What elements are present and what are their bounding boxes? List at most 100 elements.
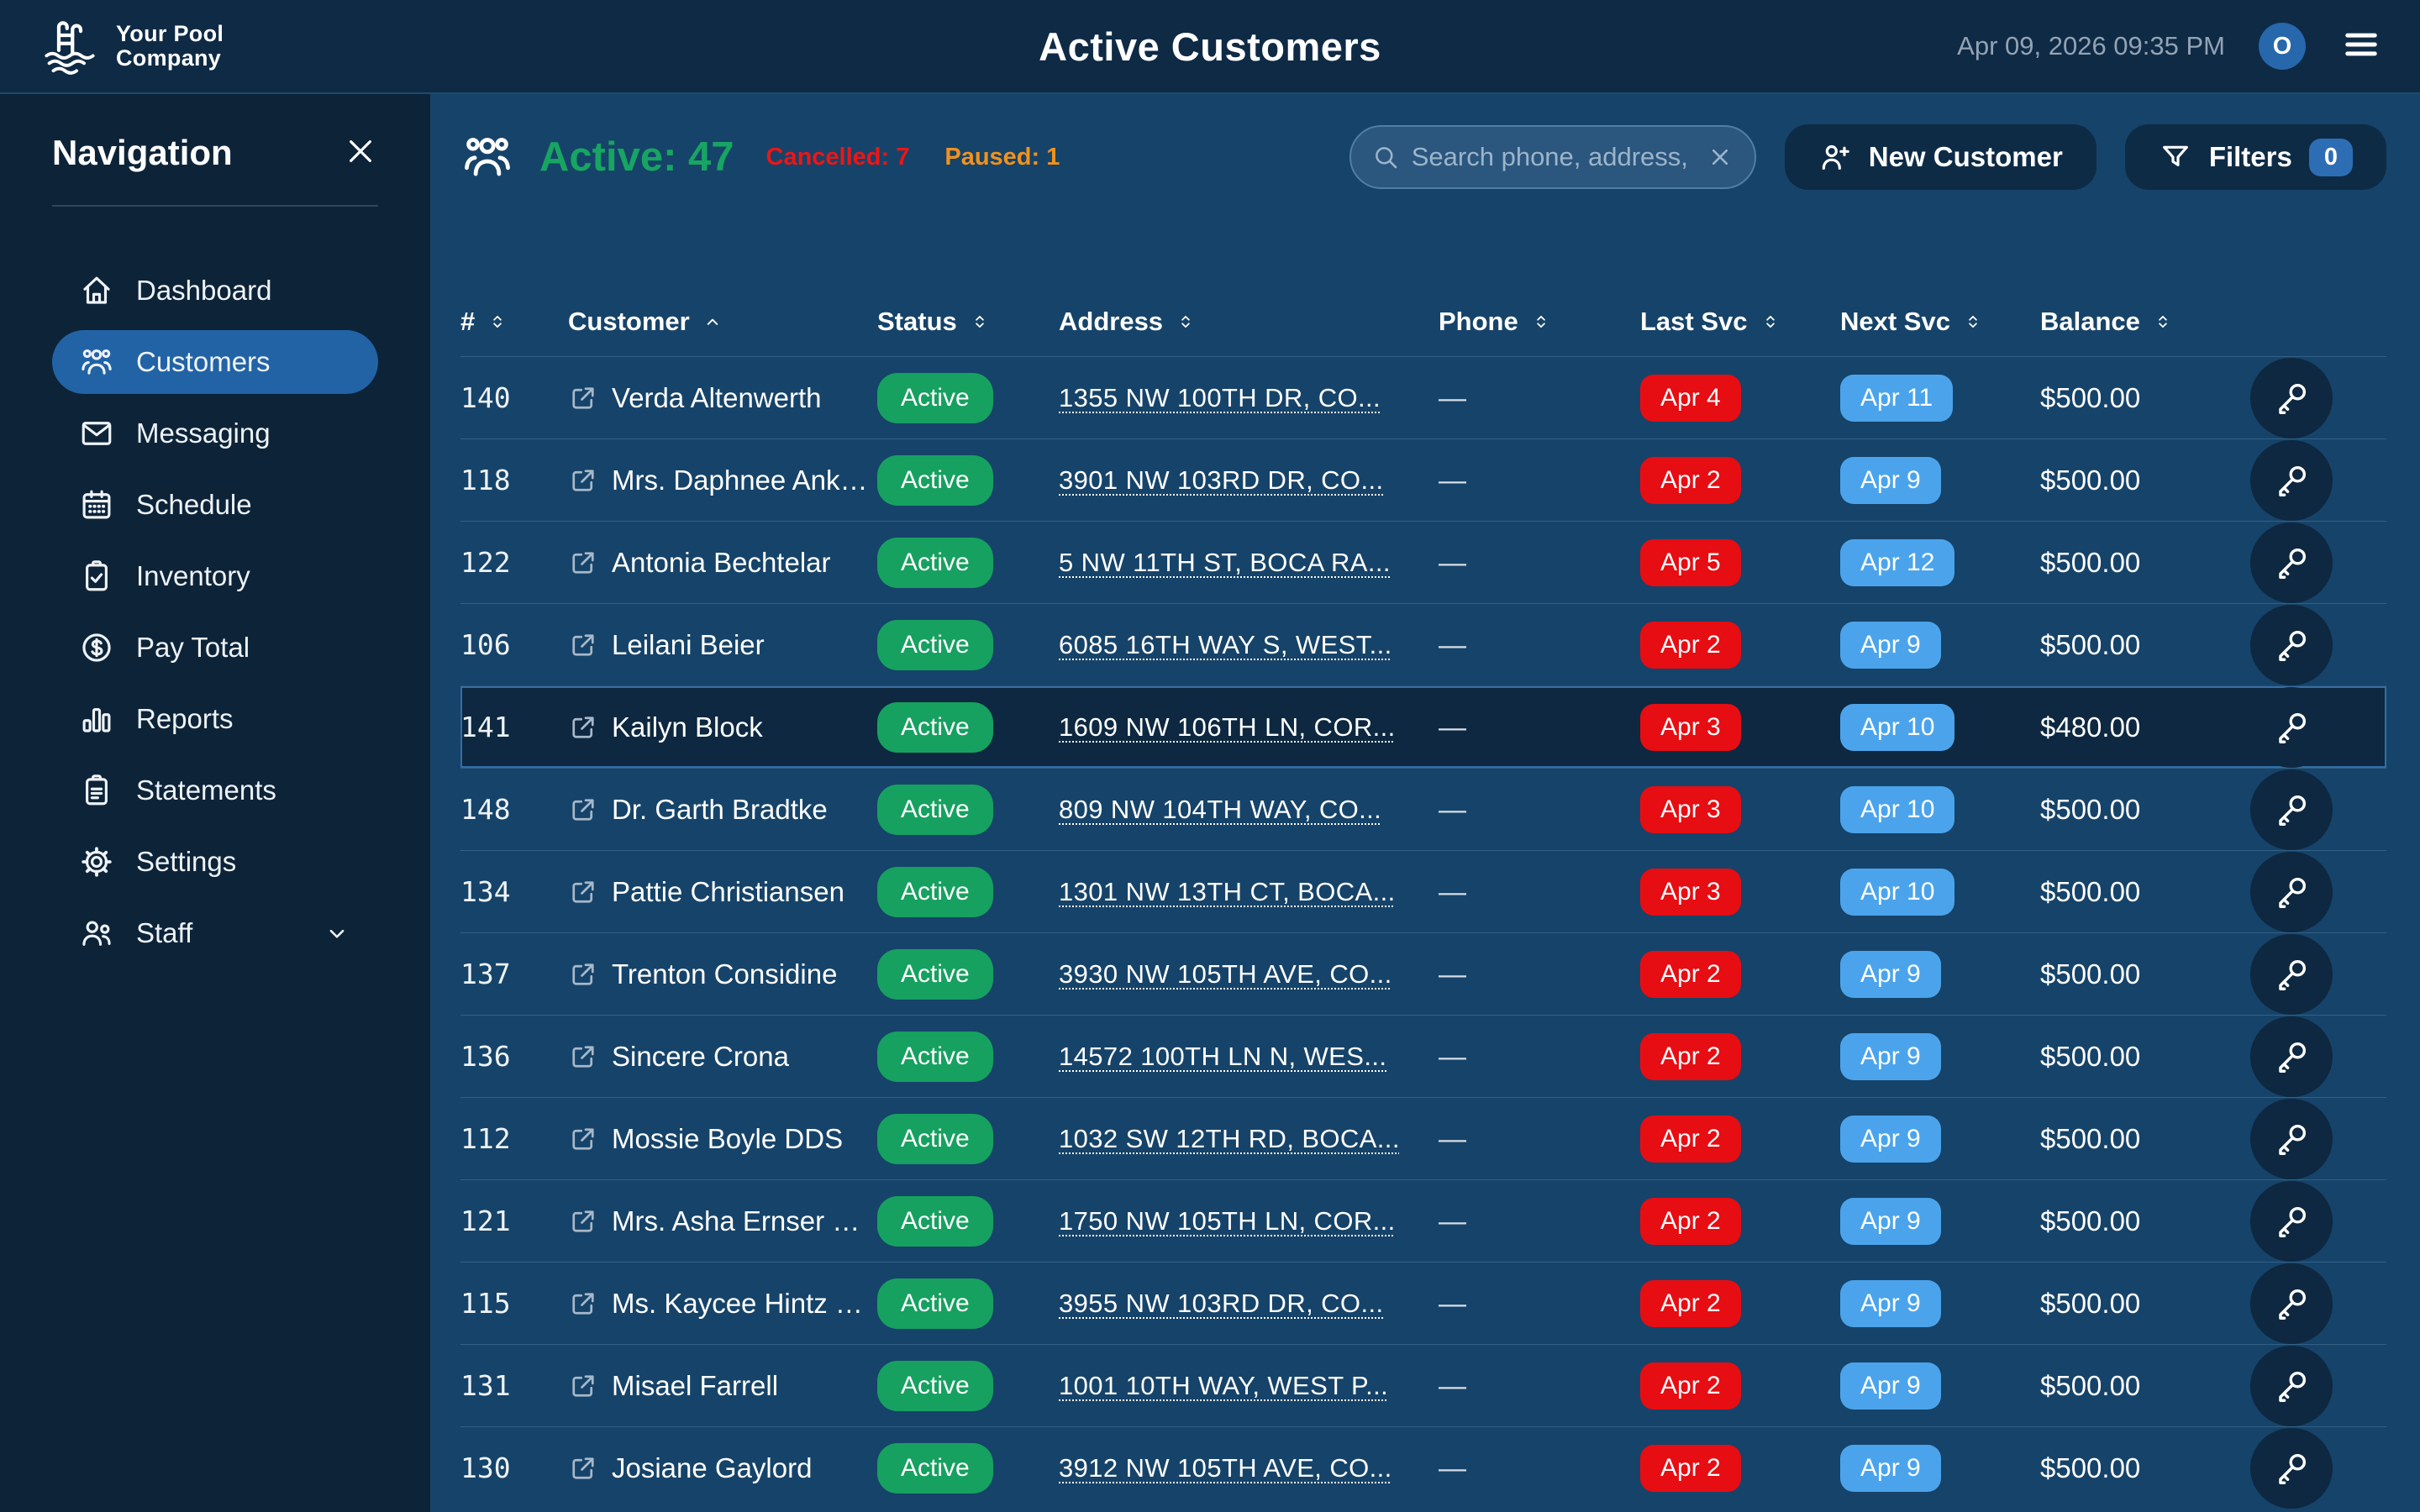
customer-name-link[interactable]: Mrs. Daphnee Anku...: [568, 465, 877, 496]
last-svc-badge: Apr 2: [1640, 1033, 1741, 1080]
service-key-button[interactable]: [2250, 440, 2333, 521]
sidebar-divider: [52, 205, 378, 207]
sidebar-item-label: Reports: [136, 703, 234, 735]
balance-value: $500.00: [2040, 1452, 2250, 1484]
column-header-address[interactable]: Address: [1059, 307, 1439, 337]
customer-name-link[interactable]: Leilani Beier: [568, 629, 877, 661]
address-link[interactable]: 5 NW 11TH ST, BOCA RA...: [1059, 548, 1439, 578]
column-header-#[interactable]: #: [460, 307, 568, 337]
customer-name-link[interactable]: Verda Altenwerth: [568, 382, 877, 414]
service-key-button[interactable]: [2250, 934, 2333, 1015]
customer-name-link[interactable]: Ms. Kaycee Hintz D...: [568, 1288, 877, 1320]
customer-name-link[interactable]: Kailyn Block: [568, 711, 877, 743]
sidebar-close-button[interactable]: [343, 134, 378, 173]
address-link[interactable]: 3955 NW 103RD DR, CO...: [1059, 1289, 1439, 1319]
sidebar-item-inventory[interactable]: Inventory: [52, 544, 378, 608]
address-link[interactable]: 1001 10TH WAY, WEST P...: [1059, 1371, 1439, 1401]
user-avatar[interactable]: O: [2259, 23, 2306, 70]
service-key-button[interactable]: [2250, 1346, 2333, 1426]
service-key-button[interactable]: [2250, 522, 2333, 603]
key-icon: [2272, 1202, 2311, 1241]
table-row[interactable]: 140Verda AltenwerthActive1355 NW 100TH D…: [460, 356, 2386, 438]
customer-name-link[interactable]: Mossie Boyle DDS: [568, 1123, 877, 1155]
customer-name-link[interactable]: Trenton Considine: [568, 958, 877, 990]
service-key-button[interactable]: [2250, 358, 2333, 438]
column-header-last-svc[interactable]: Last Svc: [1640, 307, 1840, 337]
table-row[interactable]: 112Mossie Boyle DDSActive1032 SW 12TH RD…: [460, 1097, 2386, 1179]
address-link[interactable]: 1032 SW 12TH RD, BOCA...: [1059, 1124, 1439, 1154]
customer-name-link[interactable]: Josiane Gaylord: [568, 1452, 877, 1484]
balance-value: $500.00: [2040, 465, 2250, 496]
new-customer-button[interactable]: New Customer: [1785, 124, 2096, 190]
key-icon: [2272, 1449, 2311, 1488]
customer-name-link[interactable]: Antonia Bechtelar: [568, 547, 877, 579]
table-row[interactable]: 141Kailyn BlockActive1609 NW 106TH LN, C…: [460, 685, 2386, 768]
service-key-button[interactable]: [2250, 1016, 2333, 1097]
service-key-button[interactable]: [2250, 852, 2333, 932]
address-link[interactable]: 3912 NW 105TH AVE, CO...: [1059, 1453, 1439, 1483]
service-key-button[interactable]: [2250, 1428, 2333, 1509]
customer-name-link[interactable]: Sincere Crona: [568, 1041, 877, 1073]
next-svc-badge: Apr 9: [1840, 951, 1941, 998]
table-row[interactable]: 148Dr. Garth BradtkeActive809 NW 104TH W…: [460, 768, 2386, 850]
sidebar-item-settings[interactable]: Settings: [52, 830, 378, 894]
customer-name: Josiane Gaylord: [612, 1452, 812, 1484]
customer-name-link[interactable]: Pattie Christiansen: [568, 876, 877, 908]
column-header-status[interactable]: Status: [877, 307, 1059, 337]
sidebar-item-messaging[interactable]: Messaging: [52, 402, 378, 465]
address-link[interactable]: 3901 NW 103RD DR, CO...: [1059, 465, 1439, 496]
service-key-button[interactable]: [2250, 1263, 2333, 1344]
clear-search-icon[interactable]: [1706, 143, 1734, 171]
key-icon: [2272, 1367, 2311, 1405]
column-header-customer[interactable]: Customer: [568, 307, 877, 337]
customer-name-link[interactable]: Misael Farrell: [568, 1370, 877, 1402]
table-row[interactable]: 136Sincere CronaActive14572 100TH LN N, …: [460, 1015, 2386, 1097]
address-link[interactable]: 6085 16TH WAY S, WEST...: [1059, 630, 1439, 660]
sidebar-item-statements[interactable]: Statements: [52, 759, 378, 822]
address-link[interactable]: 3930 NW 105TH AVE, CO...: [1059, 959, 1439, 990]
sidebar-item-pay-total[interactable]: Pay Total: [52, 616, 378, 680]
table-row[interactable]: 134Pattie ChristiansenActive1301 NW 13TH…: [460, 850, 2386, 932]
address-link[interactable]: 1750 NW 105TH LN, COR...: [1059, 1206, 1439, 1236]
column-header-balance[interactable]: Balance: [2040, 307, 2250, 337]
customer-name-link[interactable]: Mrs. Asha Ernser DDS: [568, 1205, 877, 1237]
address-link[interactable]: 14572 100TH LN N, WES...: [1059, 1042, 1439, 1072]
status-badge: Active: [877, 785, 993, 835]
table-row[interactable]: 130Josiane GaylordActive3912 NW 105TH AV…: [460, 1426, 2386, 1509]
table-row[interactable]: 122Antonia BechtelarActive5 NW 11TH ST, …: [460, 521, 2386, 603]
address-link[interactable]: 1609 NW 106TH LN, COR...: [1059, 712, 1439, 743]
table-row[interactable]: 115Ms. Kaycee Hintz D...Active3955 NW 10…: [460, 1262, 2386, 1344]
table-row[interactable]: 118Mrs. Daphnee Anku...Active3901 NW 103…: [460, 438, 2386, 521]
column-header-phone[interactable]: Phone: [1439, 307, 1640, 337]
service-key-button[interactable]: [2250, 1181, 2333, 1262]
phone-value: —: [1439, 465, 1640, 496]
address-link[interactable]: 1355 NW 100TH DR, CO...: [1059, 383, 1439, 413]
service-key-button[interactable]: [2250, 605, 2333, 685]
sidebar-item-schedule[interactable]: Schedule: [52, 473, 378, 537]
service-key-button[interactable]: [2250, 1099, 2333, 1179]
column-header-next-svc[interactable]: Next Svc: [1840, 307, 2040, 337]
balance-value: $500.00: [2040, 1370, 2250, 1402]
table-row[interactable]: 131Misael FarrellActive1001 10TH WAY, WE…: [460, 1344, 2386, 1426]
service-key-button[interactable]: [2250, 687, 2333, 768]
table-row[interactable]: 106Leilani BeierActive6085 16TH WAY S, W…: [460, 603, 2386, 685]
service-key-button[interactable]: [2250, 769, 2333, 850]
hamburger-menu-button[interactable]: [2339, 23, 2383, 71]
search-input[interactable]: [1412, 142, 1694, 172]
customer-number: 122: [460, 546, 568, 579]
balance-value: $480.00: [2040, 711, 2250, 743]
sidebar-item-customers[interactable]: Customers: [52, 330, 378, 394]
filters-button[interactable]: Filters 0: [2125, 124, 2386, 190]
sidebar-item-dashboard[interactable]: Dashboard: [52, 259, 378, 323]
sidebar-item-staff[interactable]: Staff: [52, 901, 378, 965]
customer-name-link[interactable]: Dr. Garth Bradtke: [568, 794, 877, 826]
table-row[interactable]: 121Mrs. Asha Ernser DDSActive1750 NW 105…: [460, 1179, 2386, 1262]
address-link[interactable]: 1301 NW 13TH CT, BOCA...: [1059, 877, 1439, 907]
status-badge: Active: [877, 1361, 993, 1411]
last-svc-badge: Apr 2: [1640, 1362, 1741, 1410]
search-box: [1349, 125, 1756, 189]
table-header-row: #CustomerStatusAddressPhoneLast SvcNext …: [460, 287, 2386, 356]
table-row[interactable]: 137Trenton ConsidineActive3930 NW 105TH …: [460, 932, 2386, 1015]
sidebar-item-reports[interactable]: Reports: [52, 687, 378, 751]
address-link[interactable]: 809 NW 104TH WAY, CO...: [1059, 795, 1439, 825]
